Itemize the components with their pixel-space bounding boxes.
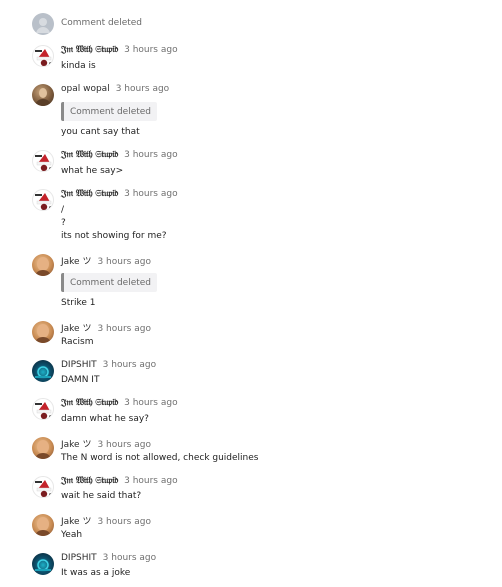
comment-text: what he say> bbox=[61, 166, 124, 176]
comment-text: its not showing for me? bbox=[61, 231, 167, 241]
bald-man-avatar[interactable] bbox=[32, 514, 54, 536]
comment-text: It was as a joke bbox=[61, 568, 131, 578]
comment-text: DAMN IT bbox=[61, 375, 100, 385]
santa-hat-avatar[interactable] bbox=[32, 150, 54, 172]
bald-man-avatar[interactable] bbox=[32, 321, 54, 343]
comment-author[interactable]: 𝔍𝔪 𝔚𝔦𝔱𝔥 𝔖𝔱𝔲𝔭𝔦𝔡 bbox=[61, 189, 118, 199]
comment-timestamp: 3 hours ago bbox=[115, 84, 170, 94]
comment-timestamp: 3 hours ago bbox=[124, 476, 178, 486]
bald-man-avatar[interactable] bbox=[32, 254, 54, 276]
santa-hat-avatar[interactable] bbox=[32, 45, 54, 67]
comment-timestamp: 3 hours ago bbox=[124, 150, 178, 160]
comment-text: wait he said that? bbox=[61, 491, 142, 501]
comment-author[interactable]: 𝔍𝔪 𝔚𝔦𝔱𝔥 𝔖𝔱𝔲𝔭𝔦𝔡 bbox=[61, 476, 118, 486]
comment-timestamp: 3 hours ago bbox=[124, 398, 178, 408]
deleted-comment-label: Comment deleted bbox=[61, 18, 143, 28]
santa-hat-avatar[interactable] bbox=[32, 189, 54, 211]
comment-timestamp: 3 hours ago bbox=[102, 360, 157, 370]
comment-timestamp: 3 hours ago bbox=[102, 553, 157, 563]
comment-text: damn what he say? bbox=[61, 414, 149, 424]
santa-hat-avatar[interactable] bbox=[32, 398, 54, 420]
comment-timestamp: 3 hours ago bbox=[124, 45, 178, 55]
comment-author[interactable]: 𝔍𝔪 𝔚𝔦𝔱𝔥 𝔖𝔱𝔲𝔭𝔦𝔡 bbox=[61, 150, 118, 160]
opal-photo-avatar[interactable] bbox=[32, 84, 54, 106]
comment-text: The N word is not allowed, check guideli… bbox=[61, 453, 259, 463]
comment-text: you cant say that bbox=[61, 127, 140, 137]
comment-timestamp: 3 hours ago bbox=[97, 440, 151, 450]
comment-timestamp: 3 hours ago bbox=[97, 257, 151, 267]
comment-timestamp: 3 hours ago bbox=[97, 517, 151, 527]
bald-man-avatar[interactable] bbox=[32, 437, 54, 459]
comment-text: Racism bbox=[61, 337, 94, 347]
comment-author[interactable]: Jake ツ bbox=[61, 437, 91, 450]
blue-glow-avatar[interactable] bbox=[32, 553, 54, 575]
comment-text: kinda is bbox=[61, 61, 96, 71]
santa-hat-avatar[interactable] bbox=[32, 476, 54, 498]
comment-thread: Comment deleted 𝔍𝔪 𝔚𝔦𝔱𝔥 𝔖𝔱𝔲𝔭𝔦𝔡 3 hours a… bbox=[0, 0, 502, 587]
comment-author[interactable]: Jake ツ bbox=[61, 254, 91, 267]
comment-timestamp: 3 hours ago bbox=[124, 189, 178, 199]
comment-author[interactable]: 𝔍𝔪 𝔚𝔦𝔱𝔥 𝔖𝔱𝔲𝔭𝔦𝔡 bbox=[61, 45, 118, 55]
comment-author[interactable]: DIPSHIT bbox=[61, 360, 97, 370]
comment-author[interactable]: Jake ツ bbox=[61, 321, 91, 334]
comment-author[interactable]: DIPSHIT bbox=[61, 553, 97, 563]
comment-text: ? bbox=[61, 218, 66, 228]
comment-author[interactable]: opal wopal bbox=[61, 84, 110, 94]
quoted-deleted-comment: Comment deleted bbox=[61, 273, 158, 292]
comment-text: Yeah bbox=[61, 530, 83, 540]
comment-text: / bbox=[61, 205, 65, 215]
comment-text: Strike 1 bbox=[61, 298, 96, 308]
comment-author[interactable]: Jake ツ bbox=[61, 514, 91, 527]
deleted-user-avatar bbox=[32, 13, 54, 35]
comment-author[interactable]: 𝔍𝔪 𝔚𝔦𝔱𝔥 𝔖𝔱𝔲𝔭𝔦𝔡 bbox=[61, 398, 118, 408]
comment-timestamp: 3 hours ago bbox=[97, 324, 151, 334]
quoted-deleted-comment: Comment deleted bbox=[61, 102, 158, 121]
blue-glow-avatar[interactable] bbox=[32, 360, 54, 382]
